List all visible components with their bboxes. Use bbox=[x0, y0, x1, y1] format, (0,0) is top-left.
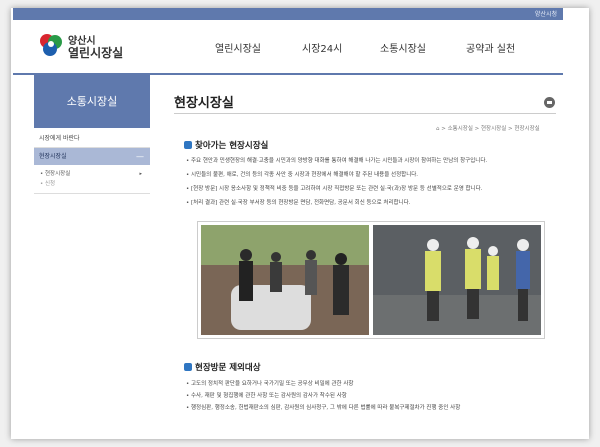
section-heading-exclusions: 현장방문 제외대상 bbox=[184, 361, 261, 373]
section-heading-text: 찾아가는 현장시장실 bbox=[195, 141, 269, 151]
sidebar-item-label: 현장시장실 bbox=[39, 153, 67, 160]
bullet-item: • [처리 결과] 관련 실·국장 부서장 등의 현장방문 면담, 전화면담, … bbox=[186, 200, 411, 206]
section-heading-visiting: 찾아가는 현장시장실 bbox=[184, 139, 268, 151]
section2-bullets: • 고도의 정치적 판단을 요하거나 국가기밀 또는 공무상 비밀에 관한 사항… bbox=[186, 378, 552, 414]
submenu-label: • 현장시장실 bbox=[40, 171, 71, 177]
nav-communication[interactable]: 소통시장실 bbox=[380, 40, 426, 55]
sidebar-submenu: • 현장시장실 ▸ • 신청 bbox=[34, 165, 150, 194]
logo-icon bbox=[40, 34, 62, 56]
main-nav: 열린시장실 시장24시 소통시장실 공약과 실천 bbox=[190, 40, 520, 56]
print-icon[interactable] bbox=[544, 97, 555, 108]
arrow-right-icon: ▸ bbox=[139, 171, 142, 177]
bullet-item: • [현장 방문] 시장 응소사항 및 정책적 비중 등을 고려하여 시장 직접… bbox=[186, 186, 483, 192]
title-divider bbox=[174, 113, 556, 114]
sidebar-item-request[interactable]: 시장에게 바란다 bbox=[34, 130, 150, 148]
breadcrumb: ⌂ > 소통시장실 > 현장시장실 > 현장시장실 bbox=[436, 126, 540, 132]
city-hall-link[interactable]: 양산시청 bbox=[535, 9, 557, 18]
site-logo[interactable]: 양산시 열린시장실 bbox=[38, 32, 128, 62]
bullet-item: • 시민들의 불편, 애로, 건의 등의 각종 사안 중 시장과 현장에서 해결… bbox=[186, 172, 419, 178]
section-icon bbox=[184, 141, 192, 149]
section-heading-text: 현장방문 제외대상 bbox=[195, 363, 261, 373]
field-visit-photo bbox=[373, 225, 541, 335]
page-title: 현장시장실 bbox=[174, 96, 234, 111]
bullet-item: • 수사, 재판 및 형집행에 관한 사항 또는 감사원의 감사가 착수된 사항 bbox=[186, 393, 347, 399]
submenu-field-office[interactable]: • 현장시장실 ▸ bbox=[40, 169, 150, 179]
nav-open-office[interactable]: 열린시장실 bbox=[215, 40, 261, 55]
top-bar: 양산시청 bbox=[13, 8, 563, 20]
collapse-icon: — bbox=[136, 152, 144, 161]
submenu-apply[interactable]: • 신청 bbox=[40, 179, 150, 189]
sidebar-title: 소통시장실 bbox=[34, 75, 150, 128]
section-icon bbox=[184, 363, 192, 371]
bullet-item: • 행정심판, 행정소송, 헌법재판소의 심판, 감사원의 심사청구, 그 밖에… bbox=[186, 405, 461, 411]
logo-name: 열린시장실 bbox=[68, 46, 124, 60]
bullet-item: • 고도의 정치적 판단을 요하거나 국가기밀 또는 공무상 비밀에 관한 사항 bbox=[186, 381, 354, 387]
nav-mayor-24[interactable]: 시장24시 bbox=[302, 40, 342, 55]
bullet-item: • 주요 현안과 민생현장의 해결·고충을 시민과의 양방향 대화를 통하여 해… bbox=[186, 158, 488, 164]
nav-pledges[interactable]: 공약과 실천 bbox=[466, 40, 515, 55]
field-visit-photo bbox=[201, 225, 369, 335]
sidebar-item-field-office[interactable]: 현장시장실 — bbox=[34, 148, 150, 165]
sidebar: 시장에게 바란다 현장시장실 — • 현장시장실 ▸ • 신청 bbox=[34, 130, 150, 194]
section1-bullets: • 주요 현안과 민생현장의 해결·고충을 시민과의 양방향 대화를 통하여 해… bbox=[186, 157, 552, 208]
photo-strip bbox=[197, 221, 545, 339]
